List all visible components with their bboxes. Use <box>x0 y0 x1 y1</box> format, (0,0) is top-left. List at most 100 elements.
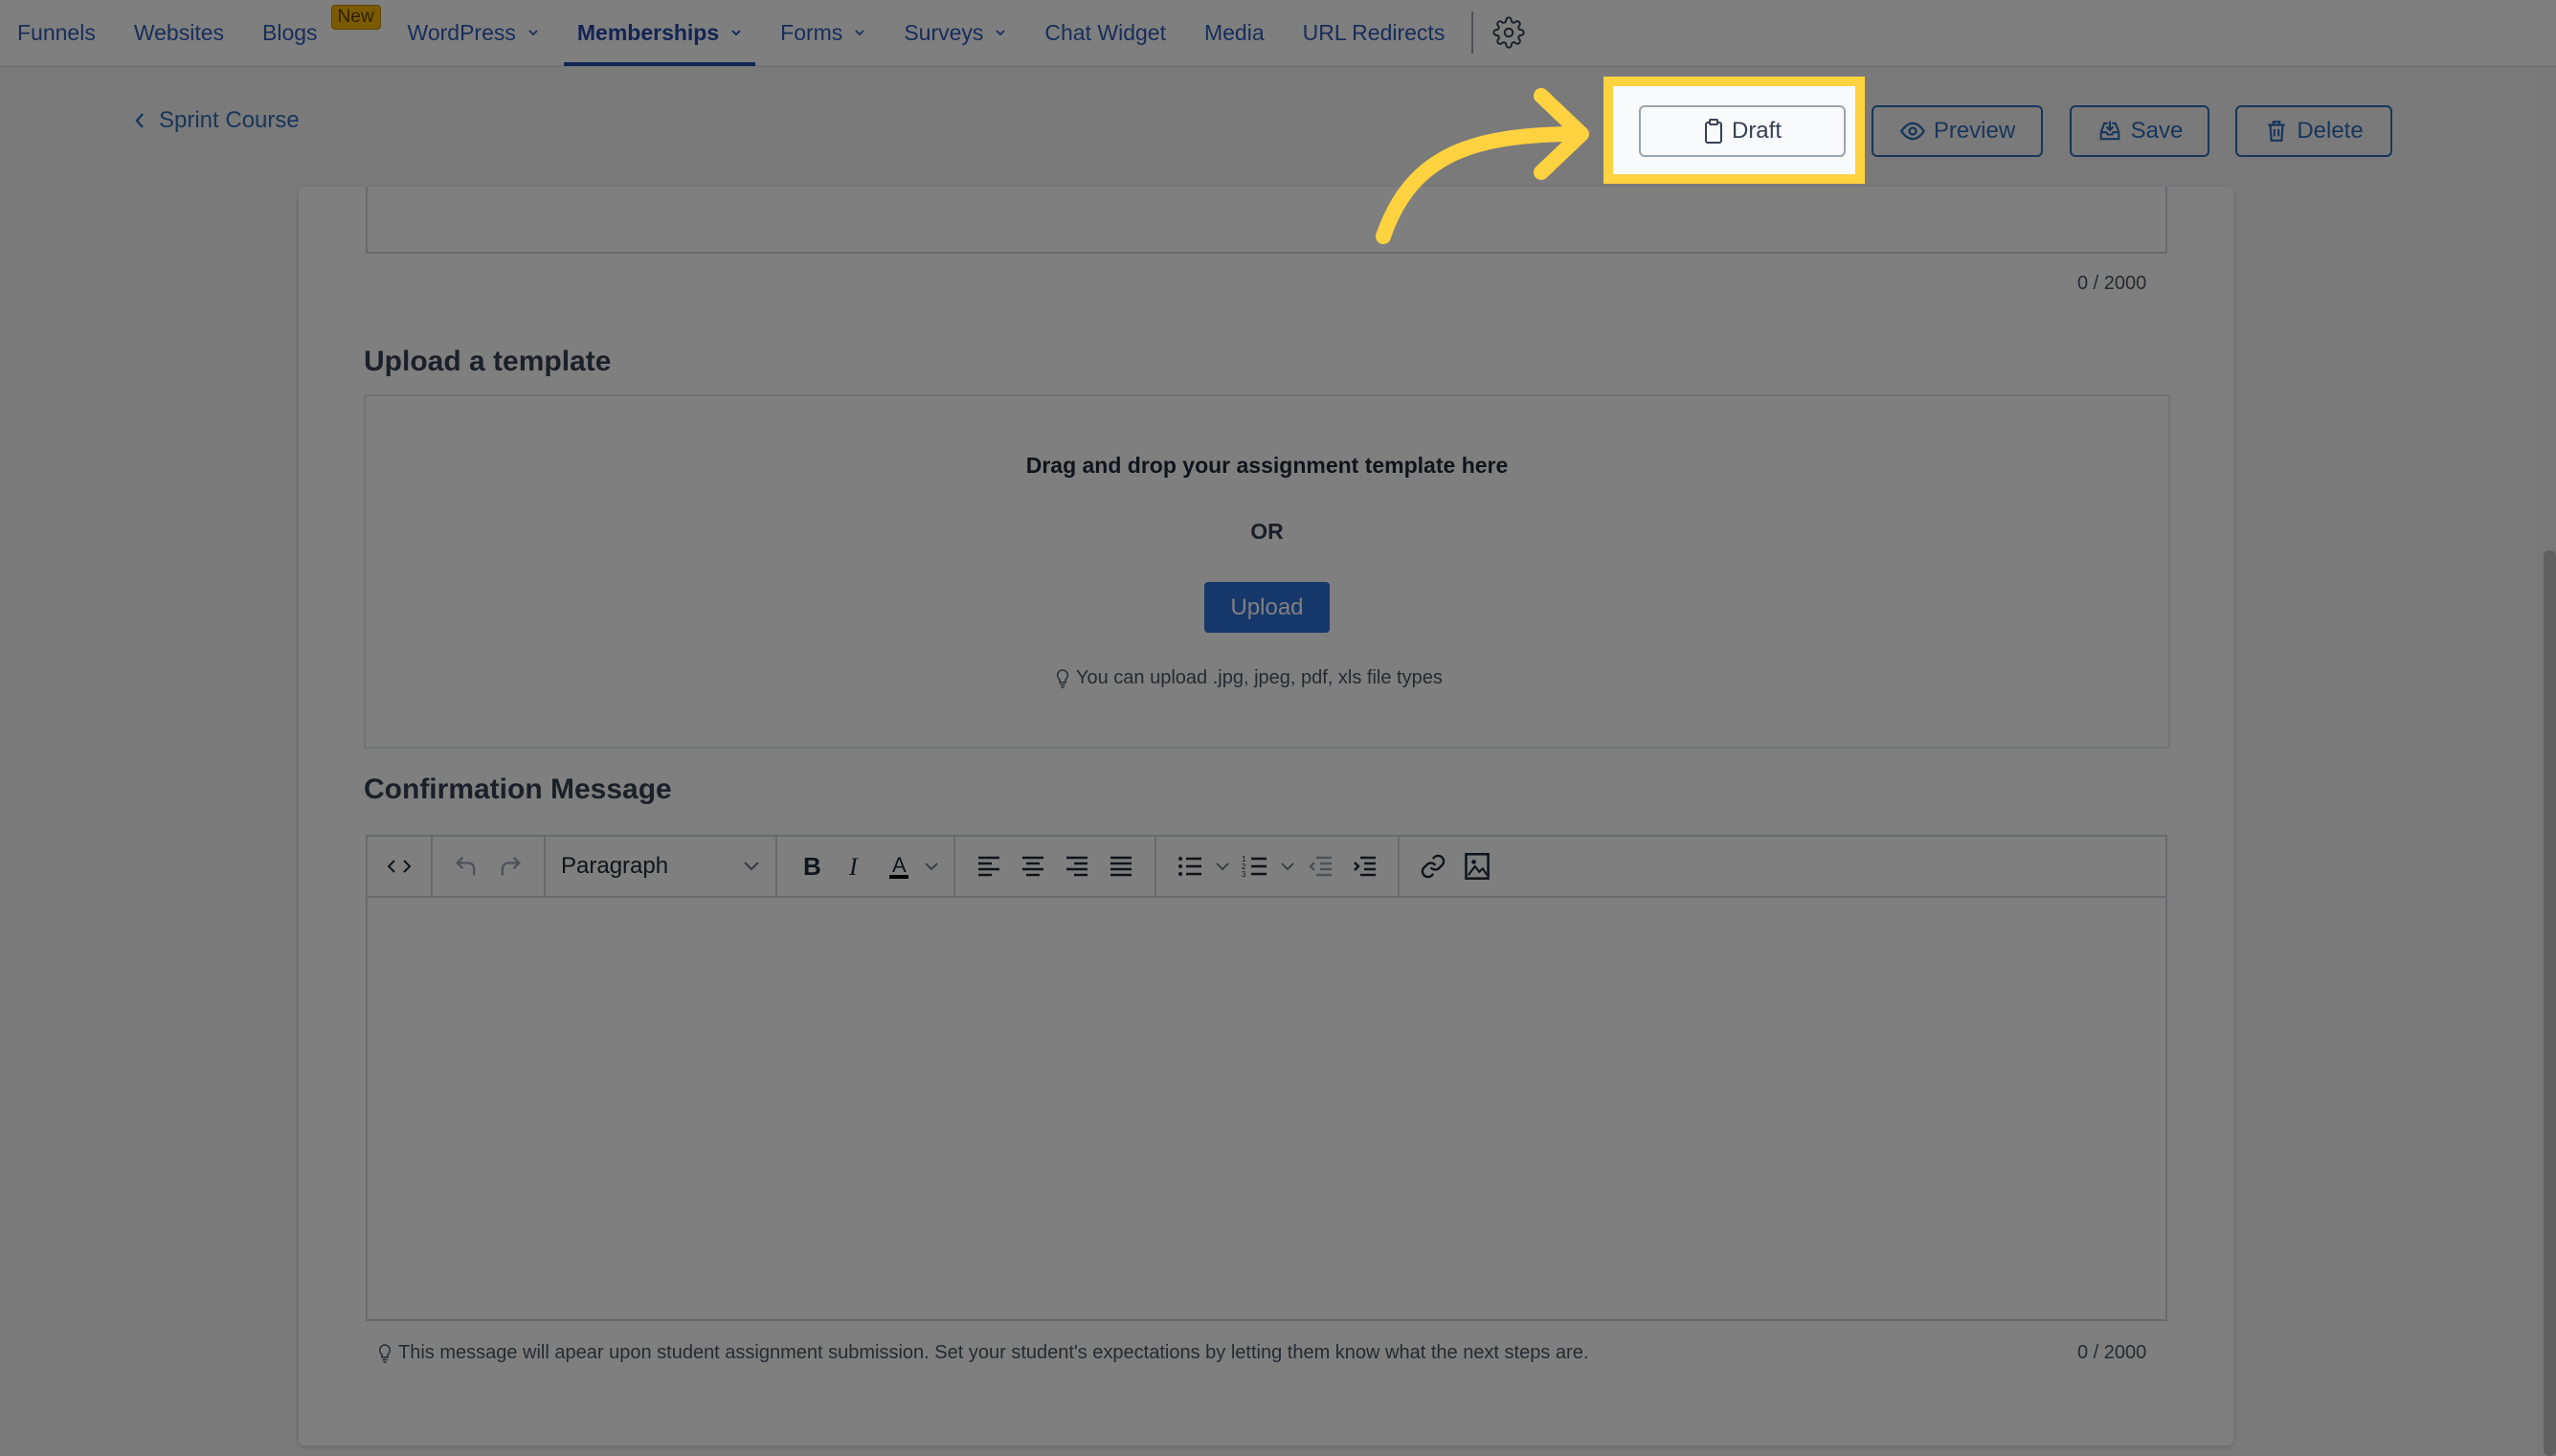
back-link-label: Sprint Course <box>159 107 300 133</box>
redo-button[interactable] <box>488 844 532 888</box>
back-link[interactable]: Sprint Course <box>134 107 300 134</box>
nav-item-surveys[interactable]: Surveys <box>904 0 1006 66</box>
bullet-list-button[interactable] <box>1168 844 1212 888</box>
bold-icon: B <box>803 854 821 879</box>
nav-item-label: Media <box>1203 19 1265 45</box>
eye-icon <box>1899 122 1925 141</box>
previous-char-counter: 0 / 2000 <box>2077 273 2147 294</box>
confirmation-char-counter: 0 / 2000 <box>2077 1342 2147 1363</box>
nav-item-media[interactable]: Media <box>1204 0 1265 66</box>
nav-item-forms[interactable]: Forms <box>780 0 865 66</box>
insert-link-button[interactable] <box>1411 844 1455 888</box>
undo-icon <box>456 856 476 876</box>
nav-item-label: Surveys <box>904 19 984 45</box>
nav-item-wordpress[interactable]: WordPress <box>408 0 539 66</box>
nav-item-blogs[interactable]: Blogs New <box>262 0 381 66</box>
align-center-icon <box>1022 856 1043 877</box>
annotation-arrow-icon <box>1376 88 1589 244</box>
indent-button[interactable] <box>1342 844 1386 888</box>
nav-item-label: URL Redirects <box>1302 19 1446 45</box>
bullet-list-dropdown[interactable] <box>1212 844 1233 888</box>
block-format-value: Paragraph <box>561 853 669 879</box>
nav-item-label: Blogs <box>262 19 318 45</box>
draft-highlight-box: Draft <box>1603 77 1865 184</box>
text-color-icon: A <box>889 853 908 879</box>
chevron-down-icon <box>744 862 759 871</box>
align-justify-button[interactable] <box>1099 844 1143 888</box>
outdent-button[interactable] <box>1298 844 1342 888</box>
italic-button[interactable]: I <box>833 844 877 888</box>
nav-item-url-redirects[interactable]: URL Redirects <box>1303 0 1446 66</box>
link-icon <box>1421 854 1446 879</box>
delete-button[interactable]: Delete <box>2235 105 2392 157</box>
indent-icon <box>1354 856 1376 877</box>
chevron-down-icon <box>996 30 1006 36</box>
nav-divider <box>1471 11 1474 54</box>
align-right-button[interactable] <box>1055 844 1099 888</box>
align-center-button[interactable] <box>1011 844 1055 888</box>
upload-hint-text: You can upload .jpg, jpeg, pdf, xls file… <box>1076 667 1443 688</box>
trash-icon <box>2268 121 2285 142</box>
source-code-button[interactable] <box>377 844 421 888</box>
confirmation-section-title: Confirmation Message <box>364 773 672 805</box>
gear-icon[interactable] <box>1492 16 1525 49</box>
italic-icon: I <box>848 854 859 879</box>
confirmation-hint-text: This message will apear upon student ass… <box>398 1342 1589 1363</box>
nav-item-label: Websites <box>133 19 224 45</box>
text-color-dropdown[interactable] <box>921 844 942 888</box>
clipboard-icon <box>1704 119 1722 144</box>
numbered-list-button[interactable]: 123 <box>1233 844 1277 888</box>
nav-item-websites[interactable]: Websites <box>134 0 224 66</box>
svg-text:A: A <box>892 853 907 877</box>
bold-button[interactable]: B <box>789 844 833 888</box>
confirmation-hint: This message will apear upon student ass… <box>377 1342 1588 1364</box>
upload-hint: You can upload .jpg, jpeg, pdf, xls file… <box>1055 667 1443 689</box>
numbered-list-icon: 123 <box>1242 855 1267 879</box>
undo-button[interactable] <box>444 844 488 888</box>
outdent-icon <box>1309 856 1332 877</box>
align-left-button[interactable] <box>967 844 1011 888</box>
editor-toolbar: Paragraph B I A 1 2 3 <box>368 837 2165 898</box>
nav-item-memberships[interactable]: Memberships <box>563 0 756 66</box>
image-icon <box>1465 853 1490 880</box>
redo-icon <box>501 856 521 876</box>
new-badge: New <box>330 5 381 30</box>
nav-item-funnels[interactable]: Funnels <box>17 0 96 66</box>
chevron-down-icon <box>1281 862 1294 871</box>
preview-label: Preview <box>1933 118 2016 144</box>
svg-text:I: I <box>848 854 859 879</box>
chevron-down-icon <box>925 862 938 871</box>
nav-item-chat-widget[interactable]: Chat Widget <box>1044 0 1166 66</box>
lightbulb-icon <box>1056 668 1069 688</box>
inbox-download-icon <box>2099 121 2120 141</box>
template-dropzone[interactable] <box>364 394 2170 749</box>
dropzone-instruction: Drag and drop your assignment template h… <box>1025 453 1509 478</box>
nav-item-label: Forms <box>780 19 843 45</box>
chevron-down-icon <box>855 30 864 36</box>
nav-item-label: Funnels <box>17 19 96 45</box>
save-button[interactable]: Save <box>2070 105 2209 157</box>
scrollbar-thumb[interactable] <box>2544 550 2556 1456</box>
chevron-down-icon <box>528 30 538 36</box>
confirmation-editor: Paragraph B I A 1 2 3 <box>366 835 2167 1321</box>
confirmation-message-input[interactable] <box>368 898 2165 1319</box>
svg-text:B: B <box>803 854 821 879</box>
bullet-list-icon <box>1178 857 1201 876</box>
block-format-select[interactable]: Paragraph <box>557 844 764 888</box>
numbered-list-dropdown[interactable] <box>1277 844 1298 888</box>
svg-text:3: 3 <box>1242 870 1246 879</box>
save-label: Save <box>2130 118 2184 144</box>
nav-item-label: WordPress <box>407 19 516 45</box>
upload-button[interactable]: Upload <box>1204 582 1330 633</box>
text-color-button[interactable]: A <box>877 844 921 888</box>
insert-image-button[interactable] <box>1455 844 1499 888</box>
draft-button[interactable]: Draft <box>1639 105 1846 157</box>
lightbulb-icon <box>378 1343 392 1363</box>
nav-item-label: Chat Widget <box>1044 19 1166 45</box>
upload-section-title: Upload a template <box>364 346 612 377</box>
draft-label: Draft <box>1731 118 1782 144</box>
top-nav: Funnels Websites Blogs New WordPress Mem… <box>0 0 2556 67</box>
preview-button[interactable]: Preview <box>1872 105 2043 157</box>
dropzone-or: OR <box>1250 519 1284 544</box>
previous-textarea[interactable] <box>366 187 2167 254</box>
